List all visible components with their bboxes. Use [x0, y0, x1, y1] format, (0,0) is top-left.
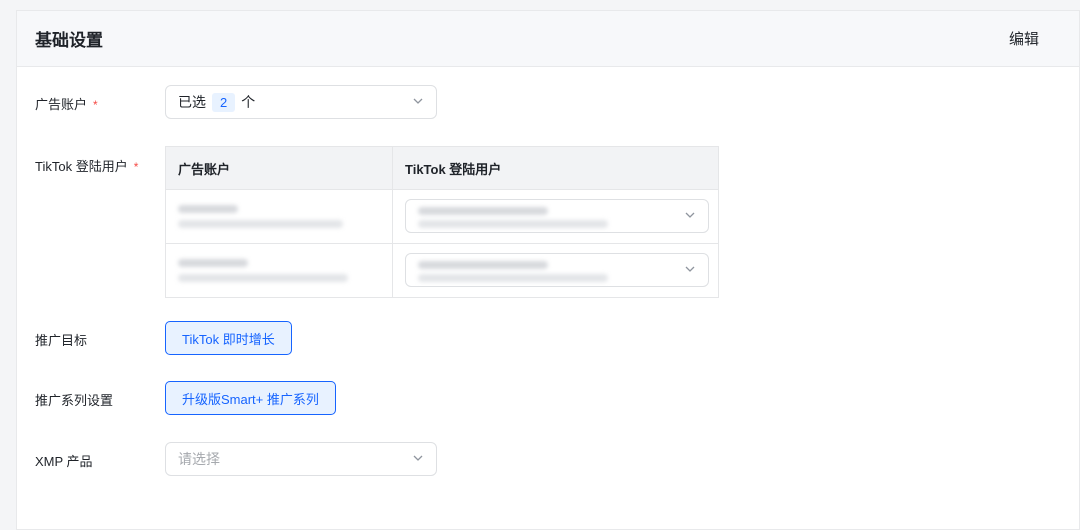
table-row	[166, 190, 718, 244]
column-header-tiktok-user: TikTok 登陆用户	[405, 161, 502, 177]
tiktok-user-cell	[393, 190, 718, 243]
blurred-account-id	[178, 220, 343, 228]
xmp-product-label: XMP 产品	[35, 454, 93, 469]
panel-title: 基础设置	[35, 31, 103, 50]
blurred-user-name	[418, 261, 548, 269]
ad-account-cell	[166, 244, 393, 297]
selected-count-badge: 2	[212, 92, 236, 112]
blurred-account-name	[178, 259, 248, 267]
promotion-goal-label: 推广目标	[35, 333, 88, 348]
selected-suffix: 个	[241, 94, 256, 110]
ad-account-label-text: 广告账户	[35, 97, 88, 112]
campaign-setting-label: 推广系列设置	[35, 393, 114, 408]
selected-prefix: 已选	[178, 94, 206, 110]
edit-button[interactable]: 编辑	[1009, 28, 1039, 49]
account-user-table: 广告账户 TikTok 登陆用户	[165, 146, 719, 298]
blurred-account-id	[178, 274, 348, 282]
table-header: 广告账户 TikTok 登陆用户	[166, 147, 718, 190]
blurred-account-name	[178, 205, 238, 213]
xmp-product-select[interactable]: 请选择	[165, 442, 437, 476]
blurred-user-id	[418, 220, 608, 228]
chevron-down-icon	[413, 455, 423, 461]
blurred-user-id	[418, 274, 608, 282]
column-header-ad-account: 广告账户	[166, 147, 393, 189]
xmp-product-placeholder: 请选择	[178, 451, 220, 467]
tiktok-user-select[interactable]	[405, 253, 709, 287]
tiktok-user-select[interactable]	[405, 199, 709, 233]
tiktok-user-cell	[393, 244, 718, 297]
table-row	[166, 244, 718, 297]
basic-settings-panel: 基础设置 编辑 广告账户 * 已选 2 个 TikTok 登陆用户 * 广告账户 T…	[16, 10, 1080, 530]
ad-account-cell	[166, 190, 393, 243]
required-mark: *	[93, 98, 98, 112]
panel-header: 基础设置 编辑	[17, 11, 1079, 67]
campaign-setting-option[interactable]: 升级版Smart+ 推广系列	[165, 381, 336, 415]
chevron-down-icon	[413, 98, 423, 104]
promotion-goal-option[interactable]: TikTok 即时增长	[165, 321, 292, 355]
chevron-down-icon	[685, 266, 695, 272]
tiktok-user-label-text: TikTok 登陆用户	[35, 159, 128, 174]
chevron-down-icon	[685, 212, 695, 218]
ad-account-select[interactable]: 已选 2 个	[165, 85, 437, 119]
tiktok-user-label: TikTok 登陆用户 *	[35, 156, 138, 175]
blurred-user-name	[418, 207, 548, 215]
required-mark: *	[133, 160, 139, 174]
ad-account-label: 广告账户 *	[35, 94, 98, 113]
